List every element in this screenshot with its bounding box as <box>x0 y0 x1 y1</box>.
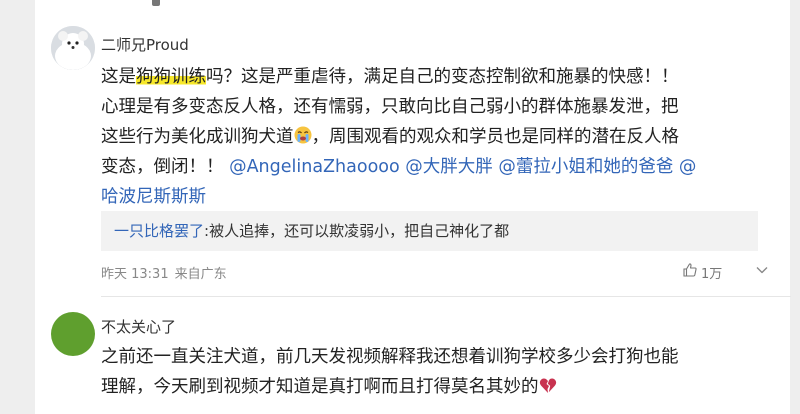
divider <box>101 296 791 297</box>
comment-text-line: 这是狗狗训练吗？这是严重虐待，满足自己的变态控制欲和施暴的快感！！ <box>101 67 679 87</box>
comment-location: 来自广东 <box>174 267 227 282</box>
crying-face-icon <box>294 124 312 144</box>
comment-text: 这是狗狗训练吗？这是严重虐待，满足自己的变态控制欲和施暴的快感！！ 心理是有多变… <box>101 62 696 212</box>
quoted-reply-author[interactable]: 一只比格罢了 <box>114 222 204 240</box>
comment-text-line: 哈波尼斯斯斯 <box>101 182 696 212</box>
comment-text-line: 变态，倒闭！！ @AngelinaZhaoooo @大胖大胖 @蕾拉小姐和她的爸… <box>101 157 697 177</box>
mention-link[interactable]: 哈波尼斯斯斯 <box>101 187 206 207</box>
thumbs-up-icon <box>682 262 698 282</box>
comment-meta: 昨天 13:31 来自广东 <box>101 263 227 282</box>
comment-time: 昨天 13:31 <box>101 267 169 282</box>
more-options-icon[interactable] <box>754 262 770 278</box>
comment-text-line: 之前还一直关注犬道，前几天发视频解释我还想着训狗学校多少会打狗也能 <box>101 347 679 367</box>
quoted-reply-text: :被人追捧，还可以欺凌弱小，把自己神化了都 <box>204 222 510 240</box>
comment-username[interactable]: 不太关心了 <box>101 316 176 337</box>
mention-link[interactable]: @AngelinaZhaoooo <box>229 157 400 177</box>
like-count: 1万 <box>701 266 723 282</box>
comment-text-line: 这些行为美化成训狗犬道 ，周围观看的观众和学员也是同样的潜在反人格 <box>101 122 696 152</box>
comment-text-line: 理解，今天刷到视频才知道是真打啊而且打得莫名其妙的 <box>101 372 679 402</box>
avatar[interactable] <box>51 26 95 70</box>
like-button[interactable]: 1万 <box>682 262 722 282</box>
avatar[interactable] <box>51 312 95 356</box>
comment-username[interactable]: 二师兄Proud <box>101 34 189 55</box>
mention-link[interactable]: @大胖大胖 <box>405 157 493 177</box>
comment-text-line: 心理是有多变态反人格，还有懦弱，只敢向比自己弱小的群体施暴发泄，把 <box>101 97 679 117</box>
mention-link[interactable]: @蕾拉小姐和她的爸爸 <box>498 157 673 177</box>
mention-link[interactable]: @ <box>679 157 697 177</box>
highlighted-text: 狗狗训练 <box>136 67 206 87</box>
quoted-reply[interactable]: 一只比格罢了:被人追捧，还可以欺凌弱小，把自己神化了都 <box>101 211 758 251</box>
comment-text: 之前还一直关注犬道，前几天发视频解释我还想着训狗学校多少会打狗也能 理解，今天刷… <box>101 342 679 402</box>
broken-heart-icon <box>539 374 557 393</box>
top-icon-fragment <box>152 0 160 8</box>
